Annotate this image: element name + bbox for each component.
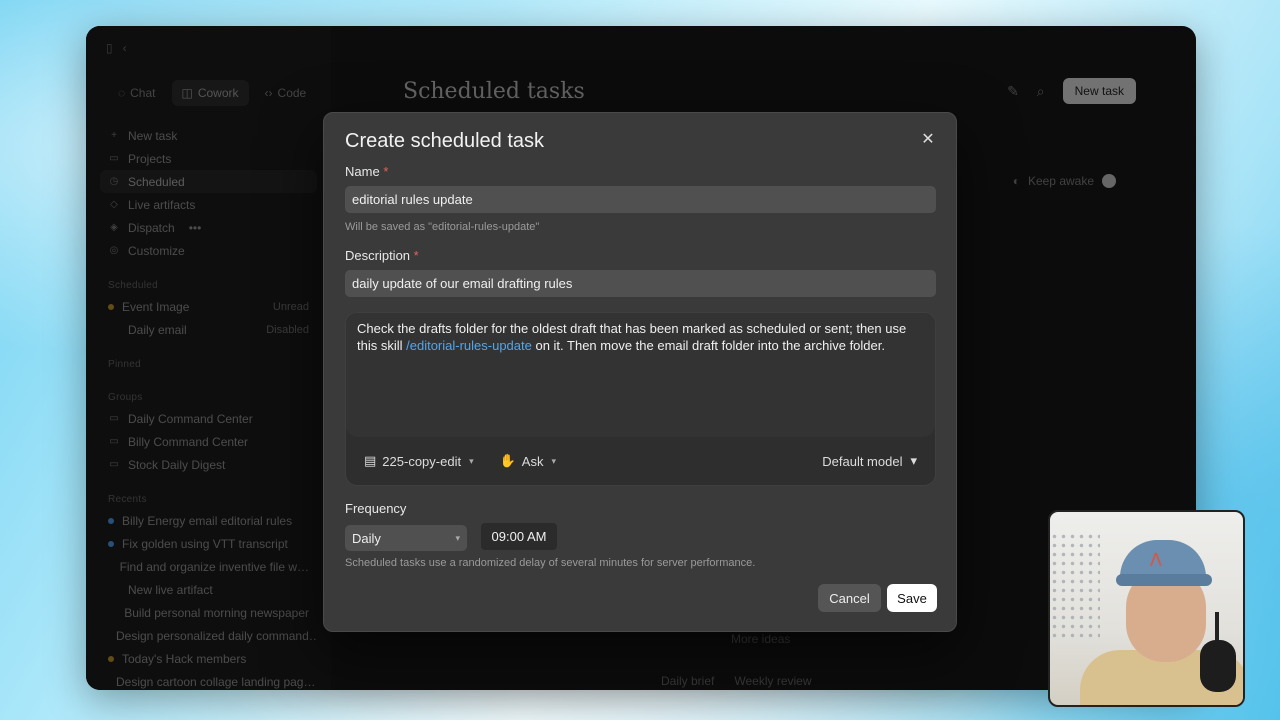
cap-bill [1116, 574, 1212, 586]
name-hint: Will be saved as "editorial-rules-update… [345, 221, 540, 233]
plus-icon: + [111, 130, 117, 141]
pegboard-wall [1050, 532, 1100, 642]
window-controls: ▯ ‹ [100, 36, 317, 60]
sidebar-section-groups: Groups [108, 392, 143, 403]
create-task-dialog: Create scheduled task ✕ Name * editorial… [323, 112, 957, 632]
moon-icon: ◐ [1012, 174, 1020, 188]
webcam-overlay: ⋀ [1048, 510, 1245, 707]
code-icon: ‹› [264, 86, 273, 100]
list-item[interactable]: Find and organize inventive file w… [100, 555, 317, 578]
tab-code[interactable]: ‹› Code [255, 80, 317, 106]
list-item[interactable]: Billy Energy email editorial rules [100, 509, 317, 532]
prompt-textarea[interactable]: Check the drafts folder for the oldest d… [346, 313, 935, 437]
chevron-down-icon: ▾ [455, 532, 460, 543]
list-item[interactable]: New live artifact [100, 578, 317, 601]
dialog-title: Create scheduled task [345, 130, 545, 152]
frequency-label: Frequency [345, 501, 407, 516]
sidebar-section-scheduled: Scheduled [108, 280, 158, 291]
status-dot [108, 655, 114, 662]
search-icon[interactable]: ⌕ [1037, 83, 1045, 100]
list-item[interactable]: Build personal morning newspaper [100, 601, 317, 624]
toggle-knob [1102, 174, 1116, 188]
chevron-down-icon: ▾ [910, 453, 917, 468]
tab-chat[interactable]: ◌ Chat [108, 80, 166, 106]
cancel-button[interactable]: Cancel [818, 584, 881, 612]
chevron-down-icon: ▾ [469, 455, 474, 466]
page-title: Scheduled tasks [403, 79, 585, 104]
cowork-icon: ◫ [181, 86, 193, 100]
sidebar-item-dispatch[interactable]: ◈ Dispatch ••• [100, 216, 317, 239]
permission-selector[interactable]: ✋ Ask ▾ [500, 453, 556, 469]
description-input[interactable]: daily update of our email drafting rules [345, 270, 936, 297]
cap-logo-icon: ⋀ [1150, 550, 1162, 566]
list-item[interactable]: ▭ Daily Command Center [100, 407, 317, 430]
list-item[interactable]: ▭ Billy Command Center [100, 430, 317, 453]
list-item[interactable]: Daily email Disabled [100, 318, 317, 341]
chip-weekly-review[interactable]: Weekly review [734, 674, 811, 688]
chevron-down-icon: ▾ [551, 455, 556, 466]
customize-icon: ◎ [109, 245, 119, 256]
keep-awake-toggle[interactable]: ◐ Keep awake [1013, 174, 1116, 188]
frequency-hint: Scheduled tasks use a randomized delay o… [345, 557, 756, 569]
required-mark: * [383, 164, 389, 179]
list-item[interactable]: Design cartoon collage landing pag… [100, 670, 317, 690]
description-label: Description * [345, 248, 419, 263]
status-dot [108, 517, 114, 524]
more-ideas-label: More ideas [731, 632, 791, 646]
microphone-icon [1200, 640, 1236, 692]
sidebar: ▯ ‹ ◌ Chat ◫ Cowork ‹› Code + New task ▭ Proj… [86, 26, 331, 690]
required-mark: * [413, 248, 419, 263]
name-label: Name * [345, 164, 389, 179]
mode-tabs: ◌ Chat ◫ Cowork ‹› Code [108, 80, 317, 106]
sidebar-item-customize[interactable]: ◎ Customize [100, 239, 317, 262]
tab-cowork[interactable]: ◫ Cowork [171, 80, 249, 106]
name-input[interactable]: editorial rules update [345, 186, 936, 213]
status-dot [108, 540, 114, 547]
status-dot [108, 303, 114, 310]
template-chips: Daily brief Weekly review [661, 674, 812, 688]
folder-icon: ▤ [364, 453, 377, 468]
list-item[interactable]: Event Image Unread [100, 295, 317, 318]
model-selector[interactable]: Default model ▾ [822, 453, 917, 469]
close-icon[interactable]: ✕ [920, 132, 936, 148]
artifact-icon: ◇ [110, 199, 118, 210]
save-button[interactable]: Save [887, 584, 937, 612]
folder-selector[interactable]: ▤ 225-copy-edit ▾ [364, 453, 474, 469]
folder-icon: ▭ [109, 436, 119, 447]
list-item[interactable]: ▭ Stock Daily Digest [100, 453, 317, 476]
sidebar-item-live-artifacts[interactable]: ◇ Live artifacts [100, 193, 317, 216]
skill-link[interactable]: /editorial-rules-update [406, 338, 532, 353]
prompt-editor: Check the drafts folder for the oldest d… [345, 312, 936, 486]
folder-icon: ▭ [109, 153, 119, 164]
wand-icon[interactable]: ✎ [1007, 83, 1019, 100]
chat-icon: ◌ [118, 86, 126, 100]
folder-icon: ▭ [109, 413, 119, 424]
list-item[interactable]: Fix golden using VTT transcript [100, 532, 317, 555]
list-item[interactable]: Today's Hack members [100, 647, 317, 670]
back-icon[interactable]: ‹ [123, 41, 127, 55]
dispatch-badge: ••• [188, 220, 202, 235]
prompt-toolbar: ▤ 225-copy-edit ▾ ✋ Ask ▾ Default model … [346, 449, 935, 473]
new-task-button[interactable]: New task [1062, 78, 1136, 104]
top-actions: ✎ ⌕ New task [1007, 78, 1136, 104]
dispatch-icon: ◈ [110, 222, 118, 233]
hand-icon: ✋ [499, 453, 516, 468]
folder-icon: ▭ [109, 459, 119, 470]
sidebar-section-pinned: Pinned [108, 359, 141, 370]
sidebar-item-projects[interactable]: ▭ Projects [100, 147, 317, 170]
sidebar-section-recents: Recents [108, 494, 147, 505]
frequency-select[interactable]: Daily ▾ [345, 525, 467, 551]
clock-icon: ◷ [109, 176, 119, 187]
sidebar-item-new-task[interactable]: + New task [100, 124, 317, 147]
time-input[interactable]: 09:00 AM [480, 522, 558, 551]
sidebar-toggle-icon[interactable]: ▯ [106, 41, 113, 55]
list-item[interactable]: Design personalized daily command… [100, 624, 317, 647]
chip-daily-brief[interactable]: Daily brief [661, 674, 714, 688]
sidebar-item-scheduled[interactable]: ◷ Scheduled [100, 170, 317, 193]
